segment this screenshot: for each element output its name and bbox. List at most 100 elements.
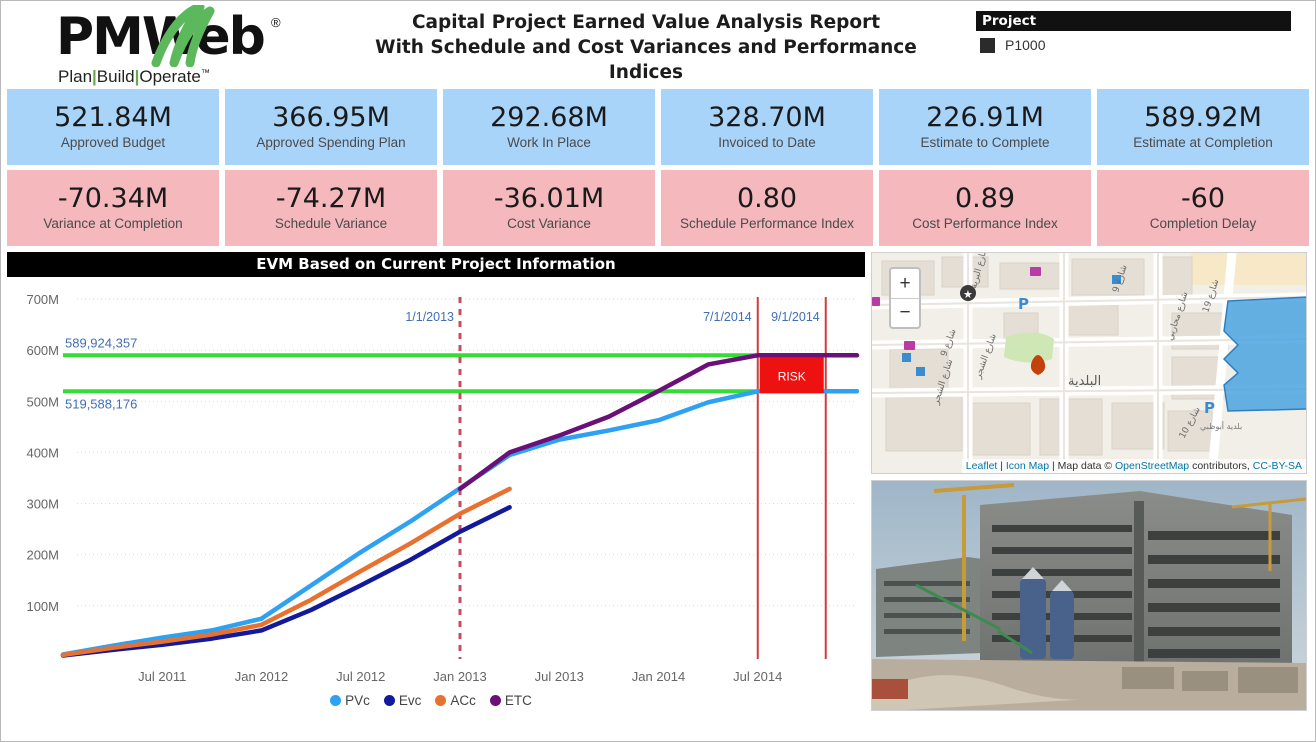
kpi-card-estimate-to-complete[interactable]: 226.91M Estimate to Complete [879,89,1091,165]
legend-label: PVc [345,693,370,708]
evm-chart-title: EVM Based on Current Project Information [7,252,865,277]
construction-photo-image [872,481,1307,711]
kpi-label: Estimate to Complete [920,135,1049,150]
svg-text:589,924,357: 589,924,357 [65,335,137,350]
project-location-map[interactable]: P P ★ شارع البر [871,252,1307,474]
openstreetmap-link[interactable]: OpenStreetMap [1115,460,1189,472]
map-zoom-controls[interactable]: + − [889,267,921,329]
municipality-label: بلدية أبوظبي [1200,421,1242,431]
svg-text:Jan 2012: Jan 2012 [235,669,289,684]
icon-map-link[interactable]: Icon Map [1006,460,1049,472]
kpi-card-work-in-place[interactable]: 292.68M Work In Place [443,89,655,165]
kpi-card-cost-variance[interactable]: -36.01M Cost Variance [443,170,655,246]
svg-text:Jul 2011: Jul 2011 [138,669,186,684]
kpi-label: Schedule Performance Index [680,216,854,231]
kpi-label: Invoiced to Date [718,135,816,150]
svg-text:100M: 100M [26,599,59,614]
tagline-plan: Plan [58,67,92,86]
kpi-label: Schedule Variance [275,216,387,231]
svg-text:★: ★ [963,288,973,301]
evm-chart-legend: PVc Evc ACc ETC [7,693,865,708]
kpi-value: -36.01M [494,185,604,212]
kpi-value: 328.70M [708,104,826,131]
svg-text:600M: 600M [26,343,59,358]
svg-text:700M: 700M [26,292,59,307]
zoom-in-button[interactable]: + [891,269,919,299]
kpi-label: Completion Delay [1150,216,1257,231]
svg-text:519,588,176: 519,588,176 [65,396,137,411]
kpi-card-variance-at-completion[interactable]: -70.34M Variance at Completion [7,170,219,246]
kpi-card-completion-delay[interactable]: -60 Completion Delay [1097,170,1309,246]
pmweb-logo: PMWeb ® Plan|Build|Operate™ [56,9,286,85]
parking-icon: P [1018,295,1029,313]
checkbox-icon[interactable] [980,38,995,53]
tagline-operate: Operate [139,67,200,86]
map-data-text: | Map data © [1052,460,1112,472]
zoom-out-button[interactable]: − [891,299,919,328]
leaflet-link[interactable]: Leaflet [966,460,998,472]
evm-chart-body[interactable]: 100M 200M 300M 400M 500M 600M 700M Jul 2011 Jan … [7,277,865,714]
kpi-card-estimate-at-completion[interactable]: 589.92M Estimate at Completion [1097,89,1309,165]
kpi-value: -70.34M [58,185,168,212]
license-link[interactable]: CC-BY-SA [1253,460,1302,472]
svg-text:Jul 2014: Jul 2014 [733,669,782,684]
kpi-value: 366.95M [272,104,390,131]
evm-chart-svg[interactable]: 100M 200M 300M 400M 500M 600M 700M Jul 2011 Jan … [7,277,865,714]
svg-text:200M: 200M [26,548,59,563]
legend-item-acc[interactable]: ACc [435,693,476,708]
project-slicer-item-p1000[interactable]: P1000 [976,31,1291,53]
kpi-card-approved-budget[interactable]: 521.84M Approved Budget [7,89,219,165]
page-title-line2: With Schedule and Cost Variances and Per… [366,36,926,86]
tagline-build: Build [97,67,135,86]
project-slicer-item-label: P1000 [1005,37,1045,53]
main-content: EVM Based on Current Project Information… [1,246,1315,716]
legend-label: ETC [505,693,532,708]
right-column: P P ★ شارع البر [871,252,1307,716]
map-tiles[interactable]: P P ★ شارع البر [872,253,1307,474]
legend-color-swatch [384,695,395,706]
legend-label: ACc [450,693,476,708]
kpi-label: Work In Place [507,135,591,150]
project-slicer[interactable]: Project P1000 [976,11,1291,53]
svg-text:Jan 2014: Jan 2014 [632,669,686,684]
trademark-mark: ™ [201,67,210,77]
kpi-label: Estimate at Completion [1133,135,1273,150]
legend-label: Evc [399,693,422,708]
contributors-text: contributors, [1192,460,1250,472]
evm-chart-panel: EVM Based on Current Project Information… [7,252,865,716]
svg-text:300M: 300M [26,497,59,512]
kpi-card-invoiced-to-date[interactable]: 328.70M Invoiced to Date [661,89,873,165]
kpi-card-approved-spending-plan[interactable]: 366.95M Approved Spending Plan [225,89,437,165]
svg-text:9/1/2014: 9/1/2014 [771,310,820,324]
page-title-line1: Capital Project Earned Value Analysis Re… [366,11,926,36]
registered-mark: ® [271,15,281,30]
legend-item-evc[interactable]: Evc [384,693,422,708]
legend-color-swatch [490,695,501,706]
svg-text:500M: 500M [26,394,59,409]
kpi-card-schedule-performance-index[interactable]: 0.80 Schedule Performance Index [661,170,873,246]
report-page: PMWeb ® Plan|Build|Operate™ Capital Proj… [0,0,1316,742]
parking-icon: P [1204,399,1215,417]
project-site-photo [871,480,1307,711]
map-attribution: Leaflet | Icon Map | Map data © OpenStre… [962,459,1306,473]
svg-text:7/1/2014: 7/1/2014 [703,310,752,324]
kpi-row-primary: 521.84M Approved Budget 366.95M Approved… [1,89,1315,165]
svg-text:400M: 400M [26,445,59,460]
legend-item-pvc[interactable]: PVc [330,693,370,708]
report-header: PMWeb ® Plan|Build|Operate™ Capital Proj… [1,1,1315,89]
kpi-label: Variance at Completion [43,216,182,231]
kpi-value: -60 [1181,185,1225,212]
legend-color-swatch [435,695,446,706]
kpi-card-cost-performance-index[interactable]: 0.89 Cost Performance Index [879,170,1091,246]
district-label: البلدية [1068,374,1101,389]
kpi-label: Approved Spending Plan [256,135,405,150]
legend-color-swatch [330,695,341,706]
kpi-label: Cost Performance Index [912,216,1058,231]
kpi-value: 292.68M [490,104,608,131]
svg-text:Jul 2013: Jul 2013 [535,669,584,684]
kpi-label: Approved Budget [61,135,165,150]
kpi-card-schedule-variance[interactable]: -74.27M Schedule Variance [225,170,437,246]
svg-text:Jan 2013: Jan 2013 [433,669,487,684]
kpi-label: Cost Variance [507,216,591,231]
legend-item-etc[interactable]: ETC [490,693,532,708]
